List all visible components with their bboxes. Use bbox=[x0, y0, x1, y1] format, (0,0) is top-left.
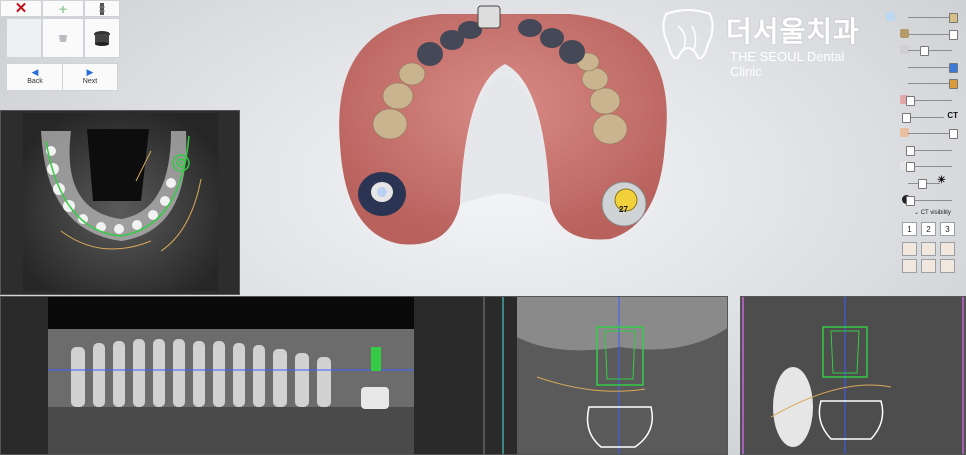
slider-track bbox=[908, 66, 952, 68]
head-top-icon[interactable] bbox=[902, 259, 917, 273]
brightness-icon: ☀ bbox=[937, 174, 946, 186]
cross-section-image-2 bbox=[741, 297, 965, 454]
slider-row-contrast bbox=[898, 193, 960, 210]
slider-row-6 bbox=[898, 93, 960, 110]
slider-thumb[interactable] bbox=[949, 129, 958, 140]
head-oblique-icon[interactable] bbox=[940, 259, 955, 273]
ct-label: CT bbox=[947, 110, 958, 120]
slider-thumb[interactable] bbox=[906, 195, 915, 206]
slider-thumb[interactable] bbox=[906, 145, 915, 156]
head-side-icon[interactable] bbox=[921, 242, 936, 256]
arrow-right-icon: ▶ bbox=[86, 67, 94, 77]
slider-track bbox=[908, 33, 952, 35]
logo-korean-text: 더서울치과 bbox=[726, 16, 860, 47]
close-x-icon: ✕ bbox=[14, 0, 28, 17]
plus-icon: + bbox=[58, 0, 68, 17]
visibility-controls: CT ☀ bbox=[886, 10, 960, 210]
slider-thumb[interactable] bbox=[920, 46, 929, 57]
cross-section-view-2[interactable] bbox=[740, 296, 966, 455]
slider-track bbox=[908, 83, 952, 85]
cross-section-view-1[interactable] bbox=[484, 296, 728, 455]
slider-thumb[interactable] bbox=[949, 13, 958, 23]
slider-thumb[interactable] bbox=[949, 62, 958, 73]
slider-row-5 bbox=[898, 76, 960, 93]
panoramic-view[interactable] bbox=[0, 296, 484, 455]
arrow-left-icon: ◀ bbox=[31, 67, 39, 77]
slider-row-8 bbox=[898, 126, 960, 143]
add-button[interactable]: + bbox=[42, 0, 84, 17]
tooth-number-tag[interactable]: 27 bbox=[619, 205, 628, 214]
abutment-icon bbox=[94, 31, 110, 46]
axial-ct-view[interactable] bbox=[0, 110, 240, 295]
slider-row-9 bbox=[898, 143, 960, 160]
slider-track bbox=[908, 50, 952, 52]
slider-thumb[interactable] bbox=[902, 112, 911, 123]
view-button-1[interactable]: 1 bbox=[902, 222, 917, 236]
ct-visibility-toggle[interactable]: ⌄ CT visibility bbox=[914, 209, 951, 216]
slider-thumb[interactable] bbox=[949, 29, 958, 40]
crown-icon bbox=[59, 35, 67, 42]
view-button-3[interactable]: 3 bbox=[940, 222, 955, 236]
slider-row-10 bbox=[898, 159, 960, 176]
tooth-small-icon bbox=[886, 12, 895, 21]
head-back-icon[interactable] bbox=[940, 242, 955, 256]
clinic-logo: 더서울치과 THE SEOUL Dental Clinic bbox=[658, 6, 878, 79]
slider-row-4 bbox=[898, 60, 960, 77]
slider-row-1 bbox=[886, 10, 960, 27]
implant-icon bbox=[99, 2, 105, 15]
back-label: Back bbox=[27, 78, 43, 85]
view-button-2[interactable]: 2 bbox=[921, 222, 936, 236]
slider-row-brightness: ☀ bbox=[898, 174, 960, 193]
slider-thumb[interactable] bbox=[918, 178, 927, 189]
slider-track bbox=[908, 17, 952, 18]
slider-track bbox=[908, 133, 952, 135]
slider-row-2 bbox=[898, 27, 960, 44]
slider-thumb[interactable] bbox=[906, 162, 915, 173]
next-button[interactable]: ▶ Next bbox=[62, 63, 118, 91]
slider-thumb[interactable] bbox=[906, 95, 915, 106]
slider-thumb[interactable] bbox=[949, 79, 958, 90]
delete-button[interactable]: ✕ bbox=[0, 0, 42, 17]
chevron-down-icon: ⌄ bbox=[914, 210, 920, 216]
abutment-tool-button[interactable] bbox=[84, 18, 120, 58]
next-label: Next bbox=[82, 78, 98, 85]
cross-section-image-1 bbox=[502, 297, 727, 454]
arch-model-render: 27 bbox=[339, 5, 667, 245]
back-button[interactable]: ◀ Back bbox=[6, 63, 64, 91]
view-layout-grid: 1 2 3 bbox=[902, 222, 958, 276]
crown-tool-button[interactable] bbox=[42, 18, 84, 58]
head-front-icon[interactable] bbox=[902, 242, 917, 256]
implant-tool-button[interactable] bbox=[84, 0, 120, 17]
ct-visibility-label: CT visibility bbox=[920, 210, 951, 216]
slider-track bbox=[908, 116, 944, 118]
slider-row-ct: CT bbox=[898, 110, 960, 127]
panoramic-image bbox=[48, 297, 414, 454]
tooth-logo-icon bbox=[662, 9, 714, 60]
head-bottom-icon[interactable] bbox=[921, 259, 936, 273]
empty-slot bbox=[6, 18, 42, 58]
axial-ct-image bbox=[23, 113, 218, 291]
slider-row-3 bbox=[898, 43, 960, 60]
logo-english-text: THE SEOUL Dental Clinic bbox=[730, 49, 845, 79]
tool-palette: ✕ + ◀ Back ▶ Next bbox=[0, 0, 120, 92]
3d-arch-model-view[interactable]: 27 bbox=[320, 4, 690, 260]
